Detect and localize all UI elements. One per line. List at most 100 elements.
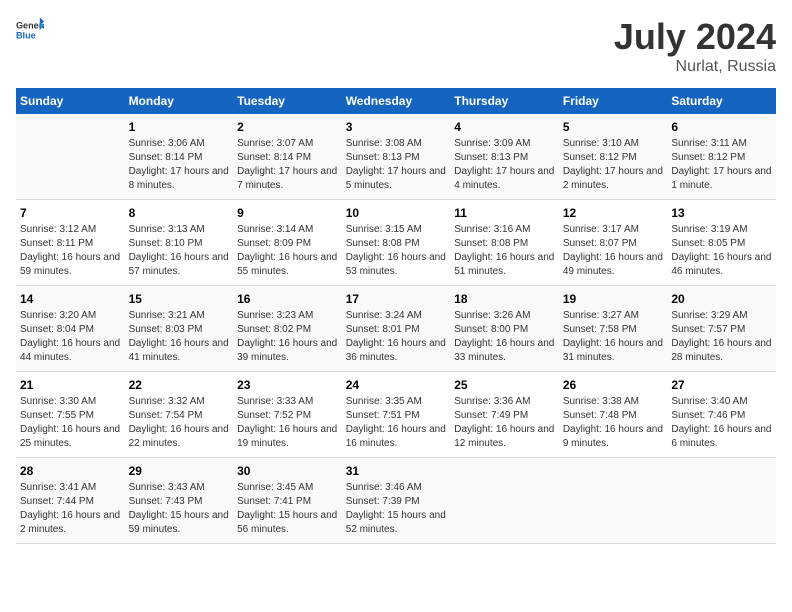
subtitle: Nurlat, Russia: [614, 58, 776, 76]
day-info: Sunrise: 3:20 AM Sunset: 8:04 PM Dayligh…: [20, 309, 121, 365]
day-cell: 30 Sunrise: 3:45 AM Sunset: 7:41 PM Dayli…: [233, 458, 342, 544]
day-info: Sunrise: 3:07 AM Sunset: 8:14 PM Dayligh…: [237, 137, 338, 193]
day-cell: 15Sunrise: 3:21 AM Sunset: 8:03 PM Dayli…: [125, 286, 234, 372]
header-cell-wednesday: Wednesday: [342, 88, 451, 114]
day-number: 17: [346, 292, 447, 306]
day-number: 12: [563, 206, 664, 220]
day-info: Sunrise: 3:30 AM Sunset: 7:55 PM Dayligh…: [20, 395, 121, 451]
day-number: 15: [129, 292, 230, 306]
day-number: 14: [20, 292, 121, 306]
day-cell: 16Sunrise: 3:23 AM Sunset: 8:02 PM Dayli…: [233, 286, 342, 372]
calendar-table: SundayMondayTuesdayWednesdayThursdayFrid…: [16, 88, 776, 544]
day-number: 24: [346, 378, 447, 392]
day-number: 27: [671, 378, 772, 392]
day-info: Sunrise: 3:13 AM Sunset: 8:10 PM Dayligh…: [129, 223, 230, 279]
day-info: Sunrise: 3:33 AM Sunset: 7:52 PM Dayligh…: [237, 395, 338, 451]
day-number: 19: [563, 292, 664, 306]
day-info: Sunrise: 3:40 AM Sunset: 7:46 PM Dayligh…: [671, 395, 772, 451]
day-info: Sunrise: 3:29 AM Sunset: 7:57 PM Dayligh…: [671, 309, 772, 365]
day-number: 31: [346, 464, 447, 478]
day-number: 20: [671, 292, 772, 306]
day-cell: 24 Sunrise: 3:35 AM Sunset: 7:51 PM Dayli…: [342, 372, 451, 458]
day-cell: 4Sunrise: 3:09 AM Sunset: 8:13 PM Daylig…: [450, 114, 559, 200]
day-info: Sunrise: 3:19 AM Sunset: 8:05 PM Dayligh…: [671, 223, 772, 279]
header-cell-saturday: Saturday: [667, 88, 776, 114]
day-number: 18: [454, 292, 555, 306]
day-cell: 19 Sunrise: 3:27 AM Sunset: 7:58 PM Dayli…: [559, 286, 668, 372]
day-info: Sunrise: 3:41 AM Sunset: 7:44 PM Dayligh…: [20, 481, 121, 537]
day-cell: 25 Sunrise: 3:36 AM Sunset: 7:49 PM Dayli…: [450, 372, 559, 458]
day-number: 3: [346, 120, 447, 134]
day-number: 7: [20, 206, 121, 220]
day-number: 16: [237, 292, 338, 306]
day-info: Sunrise: 3:17 AM Sunset: 8:07 PM Dayligh…: [563, 223, 664, 279]
day-info: Sunrise: 3:15 AM Sunset: 8:08 PM Dayligh…: [346, 223, 447, 279]
day-cell: 18 Sunrise: 3:26 AM Sunset: 8:00 PM Dayli…: [450, 286, 559, 372]
day-cell: 1 Sunrise: 3:06 AM Sunset: 8:14 PM Daylig…: [125, 114, 234, 200]
day-number: 26: [563, 378, 664, 392]
day-number: 5: [563, 120, 664, 134]
logo: General Blue: [16, 16, 44, 44]
day-cell: 22 Sunrise: 3:32 AM Sunset: 7:54 PM Dayli…: [125, 372, 234, 458]
day-cell: [16, 114, 125, 200]
day-info: Sunrise: 3:35 AM Sunset: 7:51 PM Dayligh…: [346, 395, 447, 451]
day-cell: 23 Sunrise: 3:33 AM Sunset: 7:52 PM Dayli…: [233, 372, 342, 458]
svg-text:Blue: Blue: [16, 30, 36, 40]
week-row-1: 1 Sunrise: 3:06 AM Sunset: 8:14 PM Daylig…: [16, 114, 776, 200]
day-cell: 27 Sunrise: 3:40 AM Sunset: 7:46 PM Dayli…: [667, 372, 776, 458]
day-cell: 28Sunrise: 3:41 AM Sunset: 7:44 PM Dayli…: [16, 458, 125, 544]
day-cell: 8 Sunrise: 3:13 AM Sunset: 8:10 PM Daylig…: [125, 200, 234, 286]
header: General Blue July 2024 Nurlat, Russia: [16, 16, 776, 76]
day-cell: 7 Sunrise: 3:12 AM Sunset: 8:11 PM Daylig…: [16, 200, 125, 286]
main-title: July 2024: [614, 16, 776, 58]
header-cell-friday: Friday: [559, 88, 668, 114]
day-number: 11: [454, 206, 555, 220]
week-row-4: 21 Sunrise: 3:30 AM Sunset: 7:55 PM Dayli…: [16, 372, 776, 458]
day-number: 10: [346, 206, 447, 220]
day-number: 29: [129, 464, 230, 478]
day-cell: 29Sunrise: 3:43 AM Sunset: 7:43 PM Dayli…: [125, 458, 234, 544]
day-number: 23: [237, 378, 338, 392]
day-number: 25: [454, 378, 555, 392]
day-info: Sunrise: 3:46 AM Sunset: 7:39 PM Dayligh…: [346, 481, 447, 537]
week-row-5: 28Sunrise: 3:41 AM Sunset: 7:44 PM Dayli…: [16, 458, 776, 544]
week-row-2: 7 Sunrise: 3:12 AM Sunset: 8:11 PM Daylig…: [16, 200, 776, 286]
day-info: Sunrise: 3:36 AM Sunset: 7:49 PM Dayligh…: [454, 395, 555, 451]
day-number: 9: [237, 206, 338, 220]
title-area: July 2024 Nurlat, Russia: [614, 16, 776, 76]
day-info: Sunrise: 3:27 AM Sunset: 7:58 PM Dayligh…: [563, 309, 664, 365]
day-info: Sunrise: 3:08 AM Sunset: 8:13 PM Dayligh…: [346, 137, 447, 193]
day-info: Sunrise: 3:06 AM Sunset: 8:14 PM Dayligh…: [129, 137, 230, 193]
day-cell: 14 Sunrise: 3:20 AM Sunset: 8:04 PM Dayli…: [16, 286, 125, 372]
day-info: Sunrise: 3:26 AM Sunset: 8:00 PM Dayligh…: [454, 309, 555, 365]
day-cell: 20 Sunrise: 3:29 AM Sunset: 7:57 PM Dayli…: [667, 286, 776, 372]
day-info: Sunrise: 3:14 AM Sunset: 8:09 PM Dayligh…: [237, 223, 338, 279]
day-cell: [667, 458, 776, 544]
day-cell: 31 Sunrise: 3:46 AM Sunset: 7:39 PM Dayli…: [342, 458, 451, 544]
day-number: 6: [671, 120, 772, 134]
day-info: Sunrise: 3:32 AM Sunset: 7:54 PM Dayligh…: [129, 395, 230, 451]
week-row-3: 14 Sunrise: 3:20 AM Sunset: 8:04 PM Dayli…: [16, 286, 776, 372]
day-info: Sunrise: 3:38 AM Sunset: 7:48 PM Dayligh…: [563, 395, 664, 451]
day-info: Sunrise: 3:16 AM Sunset: 8:08 PM Dayligh…: [454, 223, 555, 279]
header-cell-sunday: Sunday: [16, 88, 125, 114]
day-number: 8: [129, 206, 230, 220]
day-cell: 26 Sunrise: 3:38 AM Sunset: 7:48 PM Dayli…: [559, 372, 668, 458]
day-number: 22: [129, 378, 230, 392]
day-info: Sunrise: 3:24 AM Sunset: 8:01 PM Dayligh…: [346, 309, 447, 365]
day-info: Sunrise: 3:45 AM Sunset: 7:41 PM Dayligh…: [237, 481, 338, 537]
day-cell: [559, 458, 668, 544]
day-cell: 3 Sunrise: 3:08 AM Sunset: 8:13 PM Daylig…: [342, 114, 451, 200]
day-info: Sunrise: 3:11 AM Sunset: 8:12 PM Dayligh…: [671, 137, 772, 193]
day-number: 21: [20, 378, 121, 392]
day-cell: 12 Sunrise: 3:17 AM Sunset: 8:07 PM Dayli…: [559, 200, 668, 286]
day-number: 1: [129, 120, 230, 134]
day-cell: [450, 458, 559, 544]
day-number: 30: [237, 464, 338, 478]
day-number: 13: [671, 206, 772, 220]
day-cell: 11 Sunrise: 3:16 AM Sunset: 8:08 PM Dayli…: [450, 200, 559, 286]
day-cell: 17 Sunrise: 3:24 AM Sunset: 8:01 PM Dayli…: [342, 286, 451, 372]
day-info: Sunrise: 3:12 AM Sunset: 8:11 PM Dayligh…: [20, 223, 121, 279]
header-row: SundayMondayTuesdayWednesdayThursdayFrid…: [16, 88, 776, 114]
day-number: 4: [454, 120, 555, 134]
